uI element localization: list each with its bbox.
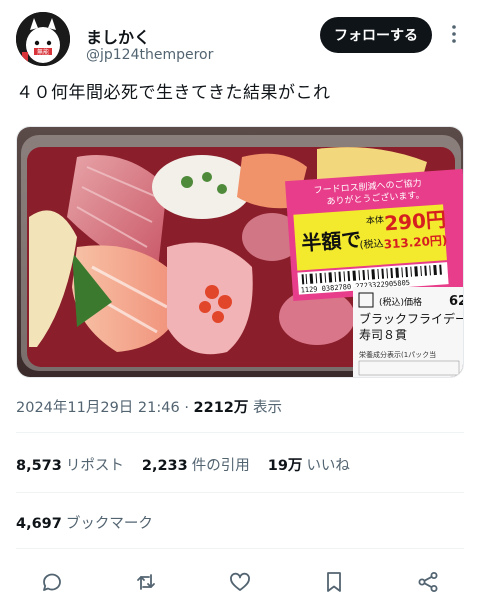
bookmark-icon[interactable] (320, 568, 348, 596)
product-name-1: ブラックフライデー (359, 311, 464, 326)
follow-button[interactable]: フォローする (320, 17, 432, 53)
bookmarks-count: 4,697 (16, 516, 62, 532)
nutrition-label: 栄養成分表示(1パック当 (359, 350, 436, 359)
sushi-pack-photo[interactable]: フードロス削減へのご協力 ありがとうございます。 半額で 本体 290円 (税込… (16, 126, 464, 378)
views-count: 2212万 (193, 400, 249, 416)
tweet-meta: 2024年11月29日 21:46 · 2212万 表示 (16, 396, 282, 417)
bookmarks-label: ブックマーク (65, 516, 153, 532)
avatar[interactable]: 無能 (16, 12, 70, 66)
more-options-icon[interactable] (446, 22, 462, 46)
share-icon[interactable] (414, 568, 442, 596)
divider (16, 492, 464, 493)
product-name-2: 寿司８貫 (359, 328, 407, 342)
divider (16, 548, 464, 549)
reposts-label: リポスト (65, 458, 124, 474)
likes-label: いいね (306, 458, 350, 474)
tweet-datetime[interactable]: 2024年11月29日 21:46 (16, 400, 180, 416)
quotes-count: 2,233 (141, 458, 188, 474)
likes-count: 19万 (267, 458, 303, 474)
bookmarks-stat[interactable]: 4,697 ブックマーク (16, 512, 153, 533)
views-label: 表示 (253, 400, 282, 416)
likes-stat[interactable]: 19万 いいね (268, 454, 350, 475)
reposts-count: 8,573 (16, 458, 62, 474)
reply-icon[interactable] (38, 568, 66, 596)
tweet-text: ４０何年間必死で生きてきた結果がこれ (16, 83, 331, 103)
user-handle[interactable]: @jp124themperor (86, 47, 213, 63)
display-name[interactable]: ましかく (86, 24, 150, 48)
quotes-stat[interactable]: 2,233 件の引用 (142, 454, 250, 475)
tax-incl-label: (税込)価格 (379, 296, 422, 308)
quotes-label: 件の引用 (191, 458, 250, 474)
engagement-stats: 8,573 リポスト 2,233 件の引用 19万 いいね (16, 454, 350, 475)
meta-separator: · (184, 400, 189, 416)
repost-icon[interactable] (132, 568, 160, 596)
reposts-stat[interactable]: 8,573 リポスト (16, 454, 124, 475)
action-bar (16, 564, 464, 600)
divider (16, 432, 464, 433)
sticker-price: 290円 (383, 207, 446, 235)
label-price: 62 (449, 294, 464, 309)
avatar-text: 無能 (37, 48, 49, 56)
half-price-label: 半額で (301, 227, 363, 255)
like-icon[interactable] (226, 568, 254, 596)
tweet-header: 無能 ましかく @jp124themperor フォローする (16, 10, 464, 66)
